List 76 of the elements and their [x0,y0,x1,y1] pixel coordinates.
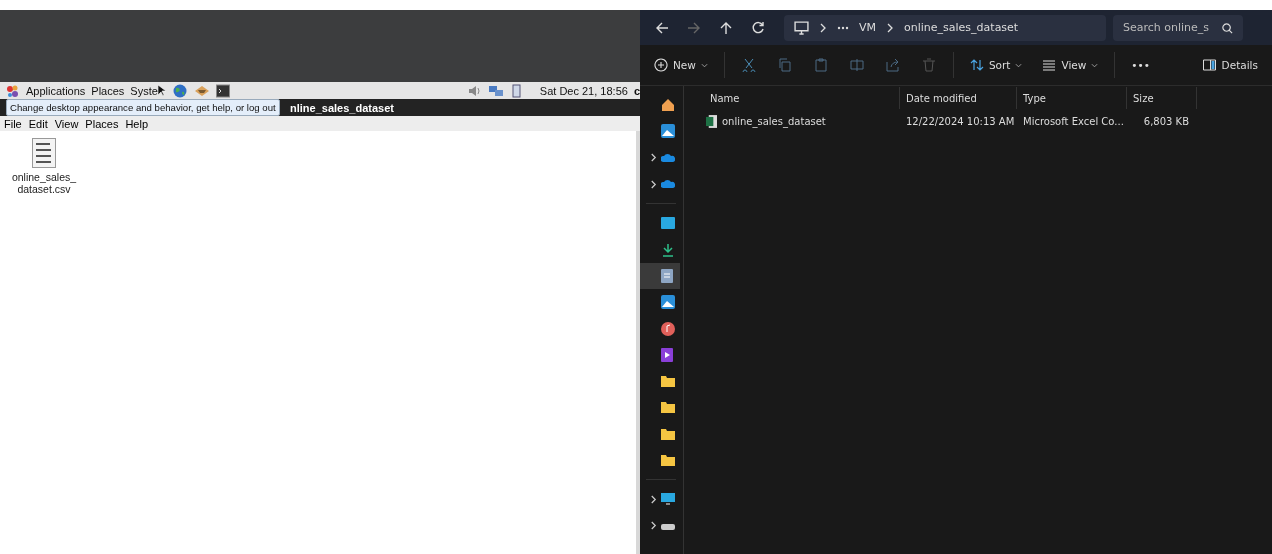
caret-icon [700,62,708,68]
window-title: nline_sales_dataset [290,101,394,114]
monitor-icon [661,493,675,506]
image-icon [661,295,675,310]
column-header[interactable]: Date modified [900,87,1017,109]
spreadsheet-icon [706,114,717,128]
cloud-icon [661,152,675,163]
view-button[interactable]: View [1036,54,1105,76]
monitor-icon [794,20,809,35]
column-header[interactable]: Type [1017,87,1127,109]
back-arrow-icon[interactable] [655,20,669,35]
table-cell-text: 6,803 KB [1142,115,1190,127]
desktop-icon [661,217,675,230]
list-icon [1042,58,1057,72]
folder-icon [661,375,675,388]
file-name[interactable]: online_sales_dataset [722,115,826,127]
menu-item[interactable]: Help [125,117,148,130]
image-icon [661,124,675,139]
menu-item[interactable]: Edit [28,117,48,130]
new-button[interactable]: New [648,54,714,76]
network-icon[interactable] [487,83,504,98]
sort-button[interactable]: Sort [963,54,1029,76]
more-button[interactable]: ••• [1125,55,1156,75]
folder-icon [661,427,675,440]
text-file-icon[interactable] [32,138,56,168]
column-header[interactable]: Size [1127,87,1197,109]
chevron-icon[interactable] [650,179,657,189]
globe-icon[interactable] [171,83,188,98]
menu-item[interactable]: View [54,117,79,130]
forward-arrow-icon[interactable] [687,20,701,35]
download-icon [661,242,675,257]
panel-menu[interactable]: Syste [130,84,158,97]
menu-item[interactable]: File [4,117,22,130]
plus-icon [654,58,668,72]
search-field[interactable]: Search online_s [1113,14,1243,41]
details-button[interactable]: Details [1195,54,1264,76]
cut-icon[interactable] [741,58,756,72]
search-icon [1222,22,1233,34]
cloud-icon [661,179,675,190]
panel-menu[interactable]: Applications [26,84,86,97]
home-icon [661,98,675,113]
chevron-icon[interactable] [650,521,657,531]
file-name[interactable]: online_sales_ dataset.csv [11,171,77,195]
panel-text: c [633,84,640,97]
chevron-icon[interactable] [650,494,657,504]
music-note-icon [661,321,675,336]
terminal-icon[interactable] [215,83,230,98]
tooltip: Change desktop appearance and behavior, get help, or log out [6,99,280,116]
refresh-icon[interactable] [751,20,765,35]
caret-icon [1091,62,1099,68]
chevron-icon [886,22,894,33]
sidebar-item[interactable] [640,262,680,290]
chevron-icon [819,22,827,33]
sort-arrows-icon [969,58,984,72]
share-icon[interactable] [885,58,900,72]
column-header[interactable]: Name [704,87,900,109]
gnome-foot-icon [6,83,20,98]
table-cell-text: 12/22/2024 10:13 AM [905,115,1016,127]
menu-item[interactable]: Places [85,117,119,130]
mouse-pointer-icon [157,84,166,97]
video-icon [661,347,673,362]
folder-icon [661,401,675,414]
panel-menu[interactable]: Places [91,84,125,97]
document-icon [661,268,673,283]
ellipsis-icon[interactable] [837,25,849,30]
chevron-icon[interactable] [650,153,657,163]
folder-icon [661,454,675,466]
details-pane-icon [1201,58,1217,72]
speaker-icon[interactable] [467,83,482,98]
panel-clock[interactable]: Sat Dec 21, 18:56 [539,84,628,97]
breadcrumb-item[interactable]: VM [859,21,876,34]
up-arrow-icon[interactable] [719,20,733,35]
address-bar[interactable]: VM online_sales_dataset [784,14,1106,41]
table-cell-text: Microsoft Excel Co... [1022,115,1125,127]
caret-icon [1015,62,1023,68]
breadcrumb-item[interactable]: online_sales_dataset [904,21,1019,34]
